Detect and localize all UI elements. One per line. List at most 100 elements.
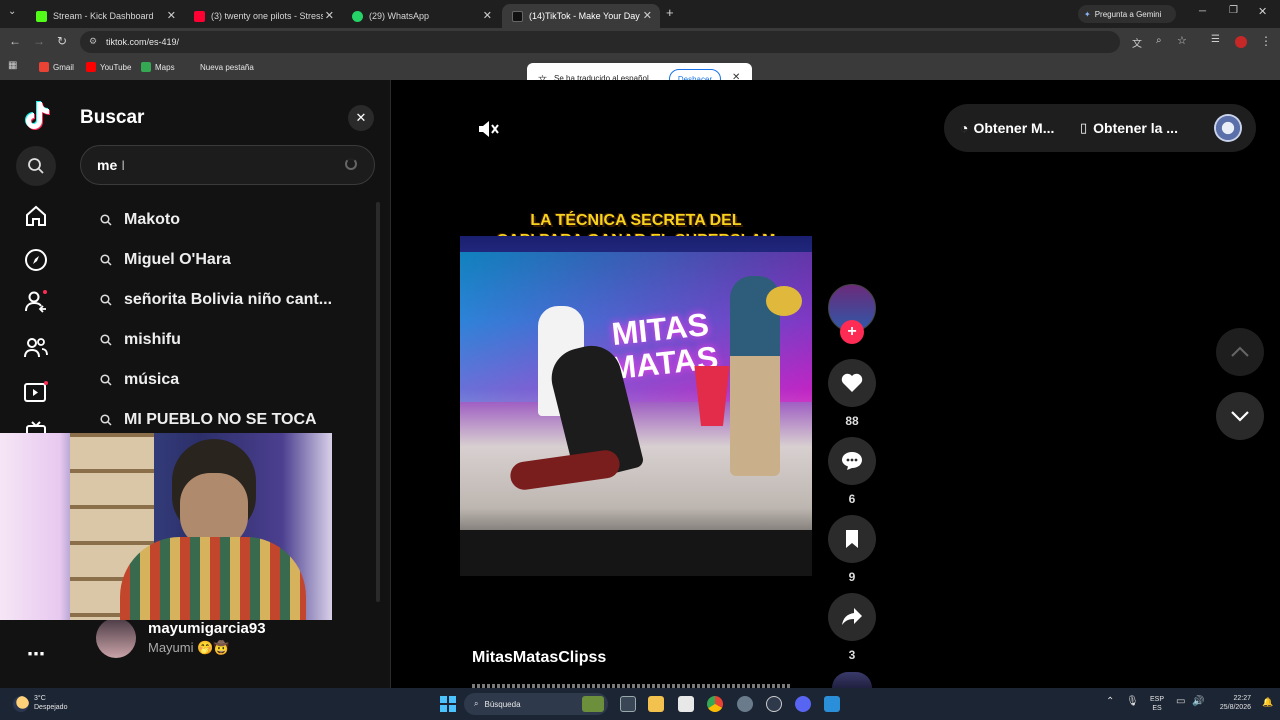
tv-icon[interactable] — [20, 420, 52, 434]
tab-tiktok[interactable]: (14)TikTok - Make Your Day ✕ — [502, 4, 660, 28]
streamer-face — [180, 473, 248, 547]
suggestion-item[interactable]: mishifu — [100, 328, 181, 352]
reload-icon[interactable]: ↻ — [57, 34, 67, 48]
profile-button[interactable] — [1200, 104, 1256, 152]
tab-search-icon[interactable]: ⌄ — [8, 6, 16, 17]
address-toolbar: ← → ↻ ⚙ tiktok.com/es-419/ 文 ⌕ ☆ ☰ ⋮ — [0, 28, 1280, 56]
youtube-icon — [86, 62, 96, 72]
compass-icon: ◔ — [960, 120, 969, 136]
close-icon[interactable]: ✕ — [167, 9, 176, 22]
video-author[interactable]: MitasMatasClipss — [472, 649, 606, 667]
site-info-icon[interactable]: ⚙ — [89, 36, 97, 47]
tiktok-logo-icon[interactable] — [22, 100, 50, 130]
back-icon[interactable]: ← — [9, 34, 21, 48]
bookmark-new-tab[interactable]: Nueva pestaña — [186, 62, 254, 72]
suggestion-item[interactable]: música — [100, 368, 179, 392]
weather-widget[interactable]: 3°C Despejado — [34, 694, 67, 712]
friends-icon[interactable] — [20, 332, 52, 364]
bookmark-youtube[interactable]: YouTube — [86, 62, 131, 72]
notifications-icon[interactable]: 🔔 — [1262, 697, 1273, 708]
tab-kick[interactable]: Stream - Kick Dashboard ✕ — [26, 4, 184, 28]
profile-avatar[interactable] — [1235, 36, 1247, 48]
network-icon[interactable]: ▭ — [1176, 696, 1185, 707]
comment-button[interactable] — [828, 437, 876, 485]
suggestion-item[interactable]: Makoto — [100, 208, 180, 232]
share-icon — [842, 608, 862, 625]
zoom-icon[interactable]: ⌕ — [1156, 35, 1162, 46]
avatar[interactable] — [96, 618, 136, 658]
more-icon[interactable]: ⋯ — [27, 644, 45, 665]
video-player[interactable]: MITAS MATAS — [460, 236, 812, 576]
search-icon[interactable] — [16, 146, 56, 186]
settings-icon[interactable] — [737, 696, 753, 712]
minimize-icon[interactable]: ─ — [1199, 6, 1206, 17]
taskbar-search-box[interactable]: ⌕ Búsqueda — [464, 693, 608, 715]
new-tab-icon[interactable]: + — [666, 5, 674, 20]
discord-icon[interactable] — [795, 696, 811, 712]
suggestion-item[interactable]: MI PUEBLO NO SE TOCA — [100, 408, 317, 432]
maximize-icon[interactable]: ❐ — [1229, 5, 1238, 16]
following-icon[interactable] — [20, 286, 52, 318]
search-icon — [100, 374, 112, 386]
microphone-icon[interactable]: 🎙 — [1126, 696, 1139, 707]
app-icon[interactable] — [766, 696, 782, 712]
tab-title: (14)TikTok - Make Your Day — [529, 11, 640, 21]
window-close-icon[interactable]: ✕ — [1258, 5, 1267, 18]
tray-overflow-icon[interactable]: ⌃ — [1106, 696, 1114, 707]
file-explorer-icon[interactable] — [648, 696, 664, 712]
bookmark-gmail[interactable]: Gmail — [39, 62, 74, 72]
tab-whatsapp[interactable]: (29) WhatsApp ✕ — [342, 4, 500, 28]
next-video-button[interactable] — [1216, 392, 1264, 440]
apps-icon[interactable]: ▦ — [8, 60, 17, 71]
search-icon — [100, 334, 112, 346]
save-button[interactable] — [828, 515, 876, 563]
close-search-icon[interactable]: ✕ — [348, 105, 374, 131]
bookmark-star-icon[interactable]: ☆ — [1177, 34, 1187, 47]
taskbar-search-label: Búsqueda — [484, 699, 521, 709]
url-field[interactable]: ⚙ tiktok.com/es-419/ 文 ⌕ ☆ — [80, 31, 1187, 53]
menu-icon[interactable]: ⋮ — [1260, 34, 1272, 48]
globe-icon — [186, 62, 196, 72]
chrome-icon[interactable] — [707, 696, 723, 712]
mute-icon[interactable] — [476, 118, 500, 145]
account-username[interactable]: mayumigarcia93 — [148, 620, 266, 637]
app-icon[interactable] — [824, 696, 840, 712]
explore-icon[interactable] — [20, 244, 52, 276]
search-input[interactable]: me I — [80, 145, 375, 185]
bookmark-maps[interactable]: Maps — [141, 62, 175, 72]
text-cursor-icon: I — [121, 157, 126, 173]
tab-youtube[interactable]: (3) twenty one pilots - Stressed ✕ — [184, 4, 342, 28]
get-mobile-app-button[interactable]: ▯ Obtener la ... — [1074, 104, 1202, 152]
suggestion-item[interactable]: Miguel O'Hara — [100, 248, 231, 272]
live-icon[interactable] — [20, 376, 52, 408]
bookmark-icon — [846, 530, 858, 548]
clock[interactable]: 22:27 25/8/2026 — [1213, 694, 1251, 712]
store-icon[interactable] — [678, 696, 694, 712]
weather-text: Despejado — [34, 704, 68, 711]
follow-plus-icon[interactable]: + — [840, 320, 864, 344]
get-app-button[interactable]: ◔ Obtener M... — [944, 104, 1074, 152]
share-count: 3 — [848, 648, 856, 662]
previous-video-button[interactable] — [1216, 328, 1264, 376]
forward-icon[interactable]: → — [33, 34, 45, 48]
scrollbar[interactable] — [376, 202, 380, 602]
home-icon[interactable] — [20, 200, 52, 232]
close-icon[interactable]: ✕ — [325, 9, 334, 22]
close-icon[interactable]: ✕ — [483, 9, 492, 22]
volume-icon[interactable]: 🔊 — [1192, 696, 1204, 707]
tab-title: Stream - Kick Dashboard — [53, 11, 154, 21]
like-button[interactable] — [828, 359, 876, 407]
chevron-down-icon — [1231, 411, 1249, 422]
reading-list-icon[interactable]: ☰ — [1211, 34, 1220, 45]
language-indicator[interactable]: ESP ES — [1150, 695, 1164, 713]
close-icon[interactable]: ✕ — [643, 9, 652, 22]
gemini-button[interactable]: ✦ Pregunta a Gemini — [1078, 5, 1176, 23]
suggestion-item[interactable]: señorita Bolivia niño cant... — [100, 288, 332, 312]
task-view-icon[interactable] — [620, 696, 636, 712]
weather-icon[interactable] — [13, 696, 29, 712]
account-display-name: Mayumi 🤭🤠 — [148, 640, 230, 655]
start-icon[interactable] — [440, 696, 456, 712]
clock-time: 22:27 — [1233, 695, 1251, 702]
translate-icon[interactable]: 文 — [1132, 35, 1142, 50]
share-button[interactable] — [828, 593, 876, 641]
